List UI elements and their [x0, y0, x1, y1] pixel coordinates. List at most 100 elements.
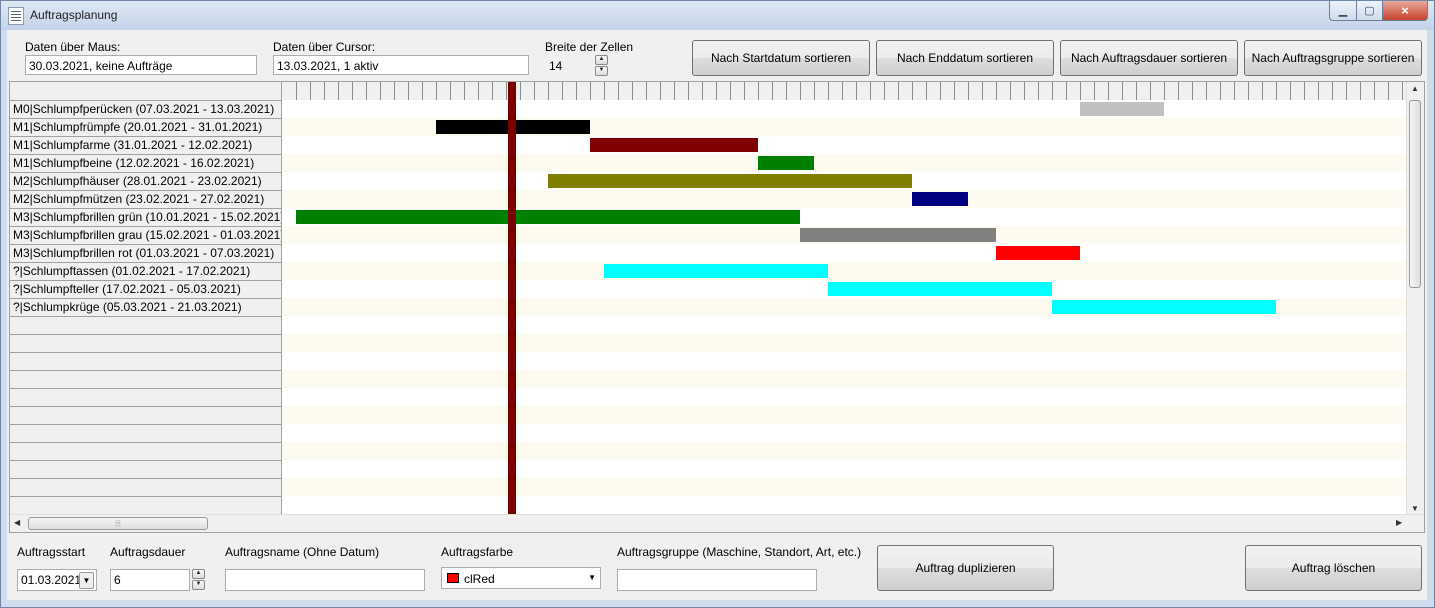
order-row-label[interactable]: M1|Schlumpfrümpfe (20.01.2021 - 31.01.20…	[10, 118, 281, 136]
order-row-label[interactable]: M0|Schlumpfperücken (07.03.2021 - 13.03.…	[10, 100, 281, 118]
sort-by-start-button[interactable]: Nach Startdatum sortieren	[692, 40, 870, 76]
day-tick	[506, 82, 507, 100]
spin-up-icon[interactable]: ▲	[192, 569, 205, 579]
order-row-label[interactable]: M3|Schlumpfbrillen rot (01.03.2021 - 07.…	[10, 244, 281, 262]
spin-down-icon[interactable]: ▼	[192, 580, 205, 590]
day-tick	[534, 82, 535, 100]
order-row-label[interactable]: M1|Schlumpfbeine (12.02.2021 - 16.02.202…	[10, 154, 281, 172]
order-row-label[interactable]: M2|Schlumpfmützen (23.02.2021 - 27.02.20…	[10, 190, 281, 208]
order-row-label[interactable]: M2|Schlumpfhäuser (28.01.2021 - 23.02.20…	[10, 172, 281, 190]
chart-row[interactable]	[282, 262, 1408, 280]
order-duration-field[interactable]: 6	[110, 569, 190, 591]
order-group-field[interactable]	[617, 569, 817, 591]
sort-by-duration-button[interactable]: Nach Auftragsdauer sortieren	[1060, 40, 1238, 76]
day-tick	[674, 82, 675, 100]
chart-row[interactable]	[282, 478, 1408, 496]
day-tick	[1388, 82, 1389, 100]
chart-row[interactable]	[282, 352, 1408, 370]
day-tick	[1052, 82, 1053, 100]
order-row-label[interactable]	[10, 370, 281, 388]
mouse-data-field[interactable]: 30.03.2021, keine Aufträge	[25, 55, 257, 75]
chart-row[interactable]	[282, 370, 1408, 388]
chart-row[interactable]	[282, 190, 1408, 208]
vertical-scroll-thumb[interactable]	[1409, 100, 1421, 288]
order-row-label[interactable]: M1|Schlumpfarme (31.01.2021 - 12.02.2021…	[10, 136, 281, 154]
order-row-label[interactable]	[10, 388, 281, 406]
order-row-label[interactable]	[10, 496, 281, 514]
chart-row[interactable]	[282, 442, 1408, 460]
chart-row[interactable]	[282, 316, 1408, 334]
cell-width-spinner[interactable]: ▲ ▼	[595, 55, 608, 76]
chart-row[interactable]	[282, 154, 1408, 172]
order-bar[interactable]	[828, 282, 1052, 296]
horizontal-scrollbar[interactable]: ◀ ⦙⦙⦙ ▶	[10, 514, 1424, 532]
order-row-label[interactable]: ?|Schlumpftassen (01.02.2021 - 17.02.202…	[10, 262, 281, 280]
spin-up-icon[interactable]: ▲	[595, 55, 608, 65]
horizontal-scroll-thumb[interactable]: ⦙⦙⦙	[28, 517, 208, 530]
minimize-button[interactable]: ▁	[1329, 1, 1357, 21]
order-bar[interactable]	[296, 210, 800, 224]
vertical-scrollbar[interactable]: ▲ ▼	[1406, 82, 1424, 515]
chart-row[interactable]	[282, 244, 1408, 262]
sort-by-group-button[interactable]: Nach Auftragsgruppe sortieren	[1244, 40, 1422, 76]
order-row-label[interactable]	[10, 424, 281, 442]
chart-row[interactable]	[282, 136, 1408, 154]
order-row-label[interactable]	[10, 352, 281, 370]
day-tick	[772, 82, 773, 100]
gantt-grid[interactable]: M0|Schlumpfperücken (07.03.2021 - 13.03.…	[9, 81, 1425, 533]
scroll-up-icon[interactable]: ▲	[1411, 84, 1419, 93]
maximize-button[interactable]: ▢	[1357, 1, 1383, 21]
cursor-line[interactable]	[508, 82, 516, 515]
order-bar[interactable]	[1080, 102, 1164, 116]
order-row-label[interactable]	[10, 478, 281, 496]
chart-row[interactable]	[282, 460, 1408, 478]
day-header	[282, 82, 1408, 101]
day-tick	[380, 82, 381, 100]
order-row-label[interactable]	[10, 406, 281, 424]
chart-row[interactable]	[282, 496, 1408, 514]
order-bar[interactable]	[912, 192, 968, 206]
close-button[interactable]: ×	[1383, 1, 1428, 21]
spin-down-icon[interactable]: ▼	[595, 66, 608, 76]
order-bar[interactable]	[800, 228, 996, 242]
main-window: Auftragsplanung ▁ ▢ × Daten über Maus: 3…	[0, 0, 1435, 608]
day-tick	[562, 82, 563, 100]
chart-row[interactable]	[282, 100, 1408, 118]
day-tick	[856, 82, 857, 100]
duplicate-order-button[interactable]: Auftrag duplizieren	[877, 545, 1054, 591]
scroll-down-icon[interactable]: ▼	[1411, 504, 1419, 513]
order-row-label[interactable]	[10, 334, 281, 352]
order-name-field[interactable]	[225, 569, 425, 591]
order-row-label[interactable]: ?|Schlumpkrüge (05.03.2021 - 21.03.2021)	[10, 298, 281, 316]
color-swatch	[447, 573, 459, 583]
order-bar[interactable]	[1052, 300, 1276, 314]
order-row-label[interactable]	[10, 460, 281, 478]
order-row-label[interactable]: M3|Schlumpfbrillen grau (15.02.2021 - 01…	[10, 226, 281, 244]
order-bar[interactable]	[604, 264, 828, 278]
order-row-label[interactable]	[10, 316, 281, 334]
order-row-label[interactable]: ?|Schlumpfteller (17.02.2021 - 05.03.202…	[10, 280, 281, 298]
order-row-label[interactable]	[10, 442, 281, 460]
order-bar[interactable]	[548, 174, 912, 188]
chart-row[interactable]	[282, 388, 1408, 406]
chart-row[interactable]	[282, 406, 1408, 424]
order-bar[interactable]	[758, 156, 814, 170]
order-duration-label: Auftragsdauer	[110, 545, 186, 559]
calendar-dropdown-icon[interactable]: ▼	[79, 572, 94, 589]
order-bar[interactable]	[996, 246, 1080, 260]
cell-width-field[interactable]: 14	[545, 55, 593, 75]
day-tick	[632, 82, 633, 100]
scroll-right-icon[interactable]: ▶	[1396, 518, 1402, 527]
delete-order-button[interactable]: Auftrag löschen	[1245, 545, 1422, 591]
cursor-data-field[interactable]: 13.03.2021, 1 aktiv	[273, 55, 529, 75]
chart-row[interactable]	[282, 424, 1408, 442]
order-row-label[interactable]: M3|Schlumpfbrillen grün (10.01.2021 - 15…	[10, 208, 281, 226]
order-start-datepicker[interactable]: 01.03.2021 ▼	[17, 569, 97, 591]
order-duration-spinner[interactable]: ▲ ▼	[192, 569, 205, 590]
order-bar[interactable]	[590, 138, 758, 152]
chart-row[interactable]	[282, 334, 1408, 352]
scroll-left-icon[interactable]: ◀	[14, 518, 20, 527]
order-color-select[interactable]: clRed ▼	[441, 567, 601, 589]
sort-by-end-button[interactable]: Nach Enddatum sortieren	[876, 40, 1054, 76]
gantt-chart[interactable]	[282, 82, 1408, 532]
